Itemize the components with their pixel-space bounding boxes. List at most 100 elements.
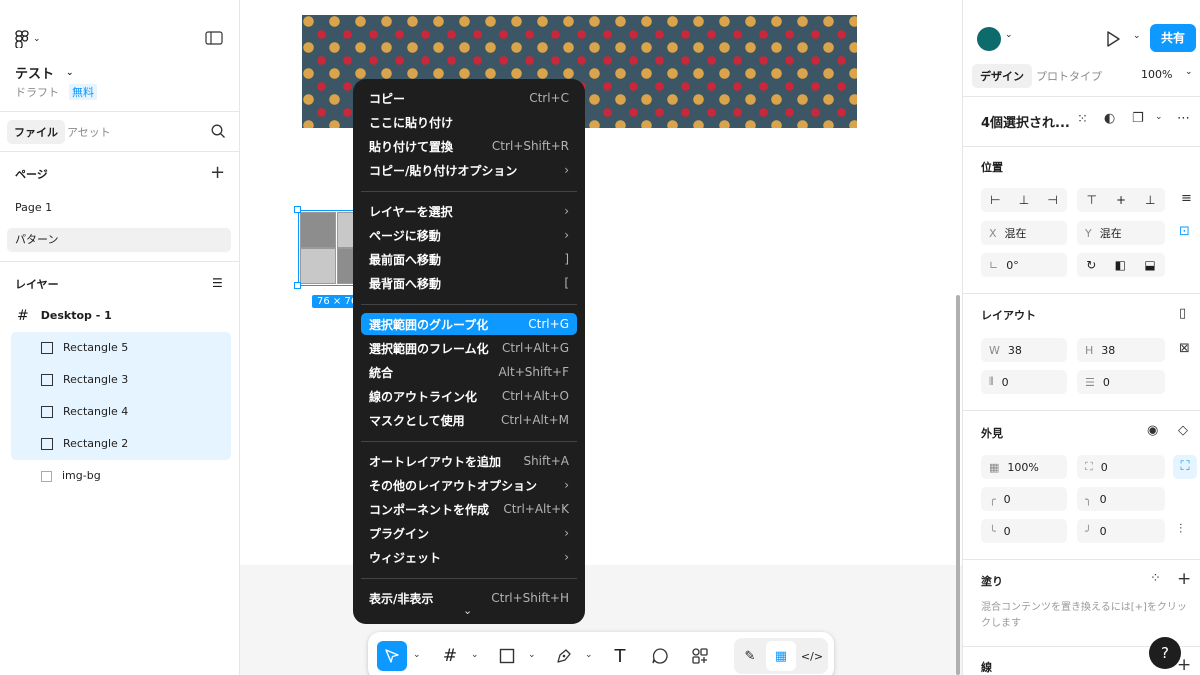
menu-item-move-to-page[interactable]: ページに移動 ›: [361, 224, 577, 246]
menu-item-group-selection[interactable]: 選択範囲のグループ化 Ctrl+G: [361, 313, 577, 335]
search-icon[interactable]: [211, 124, 226, 139]
rotation-field[interactable]: ∟ 0°: [981, 253, 1067, 277]
tab-design[interactable]: デザイン: [972, 64, 1032, 88]
height-field[interactable]: H 38: [1077, 338, 1165, 362]
independent-corners-icon[interactable]: ⛶: [1173, 455, 1197, 479]
menu-item-plugins[interactable]: プラグイン ›: [361, 522, 577, 544]
draw-mode-button[interactable]: ✎: [735, 641, 765, 671]
flip-horizontal-icon[interactable]: ◧: [1115, 258, 1126, 272]
align-bottom-icon[interactable]: ⊥: [1145, 193, 1155, 207]
distribute-icon[interactable]: ≡: [1181, 191, 1192, 206]
align-left-icon[interactable]: ⊢: [990, 193, 1000, 207]
corner-radius-field[interactable]: ⛶ 0: [1077, 455, 1165, 479]
rectangle-shape[interactable]: [300, 248, 336, 284]
mask-icon[interactable]: ◐: [1104, 111, 1115, 126]
chevron-down-icon[interactable]: ⌄: [1185, 67, 1193, 77]
menu-item-send-to-back[interactable]: 最背面へ移動 [: [361, 272, 577, 294]
canvas-scrollbar[interactable]: [956, 295, 960, 675]
menu-item-create-component[interactable]: コンポーネントを作成 Ctrl+Alt+K: [361, 498, 577, 520]
width-field[interactable]: W 38: [981, 338, 1067, 362]
text-tool-button[interactable]: T: [605, 641, 635, 671]
tab-prototype[interactable]: プロトタイプ: [1028, 64, 1110, 88]
radius-bottom-right-field[interactable]: ╯ 0: [1077, 519, 1165, 543]
align-right-icon[interactable]: ⊣: [1047, 193, 1057, 207]
help-button[interactable]: ?: [1149, 637, 1181, 669]
align-middle-icon[interactable]: +: [1116, 193, 1126, 207]
chevron-down-icon[interactable]: ⌄: [1005, 30, 1013, 40]
move-tool-button[interactable]: [377, 641, 407, 671]
resize-handle[interactable]: [294, 282, 301, 289]
eye-icon[interactable]: ◉: [1147, 423, 1158, 438]
layer-row[interactable]: Rectangle 2: [11, 428, 231, 460]
share-button[interactable]: 共有: [1150, 24, 1196, 52]
canvas[interactable]: 76 × 76: [240, 0, 962, 675]
scroll-down-icon[interactable]: ⌄: [463, 604, 472, 617]
actions-button[interactable]: [685, 641, 715, 671]
x-field[interactable]: X 混在: [981, 221, 1067, 245]
flip-vertical-icon[interactable]: ⬓: [1144, 258, 1155, 272]
menu-item-paste-here[interactable]: ここに貼り付け: [361, 111, 577, 133]
menu-item-select-layer[interactable]: レイヤーを選択 ›: [361, 200, 577, 222]
avatar[interactable]: [977, 27, 1001, 51]
sidebar-toggle-button[interactable]: [205, 31, 223, 47]
chevron-down-icon[interactable]: ⌄: [528, 650, 536, 660]
layer-row[interactable]: Rectangle 3: [11, 364, 231, 396]
main-menu-button[interactable]: ⌄: [15, 30, 41, 48]
file-name[interactable]: テスト ⌄: [15, 63, 74, 82]
tab-assets[interactable]: アセット: [67, 124, 111, 140]
rotate-icon[interactable]: ↻: [1086, 258, 1096, 272]
y-field[interactable]: Y 混在: [1077, 221, 1165, 245]
add-fill-icon[interactable]: +: [1177, 569, 1191, 589]
menu-item-copy-paste-options[interactable]: コピー/貼り付けオプション ›: [361, 159, 577, 181]
constraints-icon[interactable]: ⊡: [1179, 224, 1190, 239]
menu-item-outline-stroke[interactable]: 線のアウトライン化 Ctrl+Alt+O: [361, 385, 577, 407]
layer-row[interactable]: Rectangle 4: [11, 396, 231, 428]
opacity-field[interactable]: ▦ 100%: [981, 455, 1067, 479]
layout-grid-icon[interactable]: ▯: [1179, 306, 1186, 321]
radius-top-right-field[interactable]: ╮ 0: [1077, 487, 1165, 511]
chevron-down-icon[interactable]: ⌄: [413, 650, 421, 660]
frame-tool-button[interactable]: #: [435, 641, 465, 671]
layer-row[interactable]: img-bg: [11, 460, 231, 492]
radius-bottom-left-field[interactable]: ╰ 0: [981, 519, 1067, 543]
layer-frame[interactable]: # Desktop - 1: [11, 300, 231, 332]
menu-item-paste-replace[interactable]: 貼り付けて置換 Ctrl+Shift+R: [361, 135, 577, 157]
adjust-icon[interactable]: ⫶: [1179, 522, 1182, 537]
menu-item-more-layout-options[interactable]: その他のレイアウトオプション ›: [361, 474, 577, 496]
align-top-icon[interactable]: ⊤: [1087, 193, 1097, 207]
menu-item-flatten[interactable]: 統合 Alt+Shift+F: [361, 361, 577, 383]
plan-badge[interactable]: 無料: [69, 84, 97, 100]
rectangle-shape[interactable]: [300, 212, 336, 248]
blend-mode-icon[interactable]: ◇: [1178, 423, 1188, 438]
chevron-down-icon[interactable]: ⌄: [1133, 31, 1141, 41]
vertical-gap-field[interactable]: ☰ 0: [1077, 370, 1165, 394]
collapse-layers-icon[interactable]: ☰: [212, 276, 223, 290]
dev-mode-button[interactable]: </>: [797, 641, 827, 671]
menu-item-copy[interactable]: コピー Ctrl+C: [361, 87, 577, 109]
menu-item-frame-selection[interactable]: 選択範囲のフレーム化 Ctrl+Alt+G: [361, 337, 577, 359]
design-mode-button[interactable]: ▦: [766, 641, 796, 671]
resize-to-fit-icon[interactable]: ⊠: [1179, 341, 1190, 356]
menu-item-bring-to-front[interactable]: 最前面へ移動]: [361, 248, 577, 270]
resize-handle[interactable]: [294, 206, 301, 213]
pen-tool-button[interactable]: [549, 641, 579, 671]
styles-icon[interactable]: ⁘: [1150, 571, 1161, 586]
more-icon[interactable]: ⋯: [1177, 111, 1190, 126]
component-icon[interactable]: ❐: [1132, 111, 1144, 126]
shape-tool-button[interactable]: [492, 641, 522, 671]
align-center-h-icon[interactable]: ⊥: [1019, 193, 1029, 207]
play-icon[interactable]: [1106, 31, 1120, 47]
grid-icon[interactable]: ⁙: [1077, 112, 1088, 127]
menu-item-use-as-mask[interactable]: マスクとして使用 Ctrl+Alt+M: [361, 409, 577, 431]
chevron-down-icon[interactable]: ⌄: [1155, 112, 1163, 122]
tab-file[interactable]: ファイル: [7, 120, 65, 144]
chevron-down-icon[interactable]: ⌄: [471, 650, 479, 660]
page-item-selected[interactable]: パターン: [7, 228, 231, 252]
horizontal-gap-field[interactable]: ⫴ 0: [981, 370, 1067, 394]
radius-top-left-field[interactable]: ╭ 0: [981, 487, 1067, 511]
zoom-level[interactable]: 100%: [1141, 68, 1172, 81]
add-page-icon[interactable]: +: [210, 162, 225, 183]
page-item[interactable]: Page 1: [7, 196, 231, 220]
menu-item-widgets[interactable]: ウィジェット ›: [361, 546, 577, 568]
layer-row[interactable]: Rectangle 5: [11, 332, 231, 364]
